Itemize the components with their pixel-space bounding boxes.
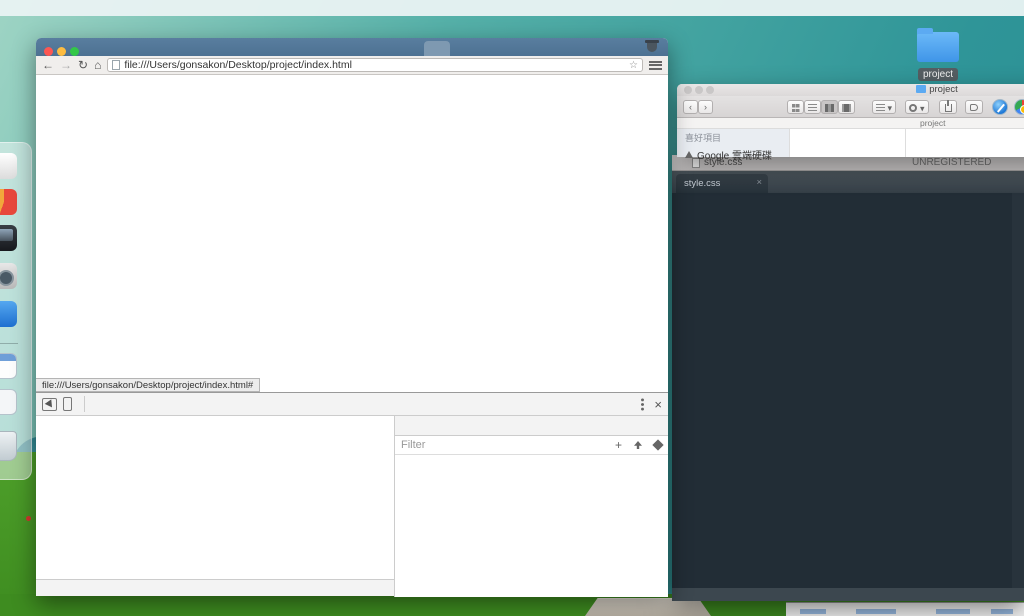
desktop-folder-label: project (918, 68, 959, 81)
inspect-element-icon[interactable] (42, 397, 57, 411)
zoom-window-button[interactable] (70, 47, 79, 56)
view-icon-button[interactable] (787, 100, 804, 114)
folder-icon (916, 85, 927, 93)
page-banner-pink (222, 155, 640, 181)
finder-window: project ‹ › ▾ ▾ project 喜好項目 Google 雲端硬碟 (677, 84, 1024, 162)
dock-display-icon[interactable] (0, 225, 17, 251)
devtools-close-icon[interactable]: × (654, 398, 662, 411)
chrome-icon[interactable] (1014, 99, 1024, 115)
trash-icon[interactable] (0, 431, 17, 461)
home-button[interactable]: ⌂ (94, 59, 101, 71)
new-tab-button[interactable] (424, 41, 450, 56)
folder-icon (917, 28, 959, 62)
background-text-fragment (936, 609, 970, 614)
safari-icon[interactable] (992, 99, 1008, 115)
finder-titlebar[interactable]: project (677, 84, 1024, 96)
elements-dom-tree[interactable] (36, 416, 394, 577)
share-button[interactable] (939, 100, 957, 114)
close-window-button[interactable] (44, 47, 53, 56)
dock-window-thumbnail-1[interactable] (0, 353, 17, 379)
view-columns-button[interactable] (821, 100, 838, 114)
tag-button[interactable] (965, 100, 983, 114)
finder-column-1 (789, 129, 905, 157)
bookmark-star-icon[interactable]: ☆ (629, 60, 638, 71)
finder-toolbar: ‹ › ▾ ▾ (677, 96, 1024, 118)
sublime-tab-label: style.css (684, 178, 721, 189)
finder-column-2 (905, 129, 1024, 157)
page-viewport: Lorem ipsum dolor sit amet, consectetur … (36, 75, 668, 392)
dock-app-icon-2[interactable] (0, 189, 17, 215)
code-editor-area[interactable] (672, 193, 1012, 588)
drive-icon (685, 151, 693, 158)
forward-button[interactable]: › (698, 100, 713, 114)
styles-filter-row: Filter + (395, 436, 668, 455)
background-text-fragment (856, 609, 896, 614)
minimap[interactable] (1012, 193, 1024, 588)
page-footer-gray (68, 285, 640, 332)
tab-strip (36, 38, 668, 56)
new-style-rule-icon[interactable]: + (615, 438, 622, 452)
devtools-toolbar: × (36, 393, 668, 416)
page-article-black: Lorem ipsum dolor sit amet, consectetur … (76, 162, 175, 308)
back-button[interactable]: ‹ (683, 100, 698, 114)
minimize-window-button[interactable] (57, 47, 66, 56)
incognito-icon (644, 40, 660, 54)
back-button[interactable]: ← (42, 59, 54, 71)
background-window-edge (786, 602, 1024, 616)
divider (84, 396, 85, 412)
page-header-red (68, 76, 640, 101)
dom-breadcrumb (36, 579, 394, 596)
finder-browser: 喜好項目 Google 雲端硬碟 (677, 129, 1024, 162)
tab-close-icon[interactable]: × (756, 177, 762, 188)
arrange-button[interactable]: ▾ (872, 100, 896, 114)
page-topmenu (68, 113, 640, 141)
forward-button[interactable]: → (60, 59, 72, 71)
devtools-menu-icon[interactable] (641, 397, 645, 411)
dock-camera-icon[interactable] (0, 263, 17, 289)
finder-sidebar: 喜好項目 Google 雲端硬碟 (677, 129, 789, 162)
devtools-panel: × Filter + (36, 392, 668, 597)
dock (0, 142, 32, 480)
pin-icon[interactable] (634, 441, 642, 449)
address-bar[interactable]: file:///Users/gonsakon/Desktop/project/i… (107, 58, 643, 72)
dock-app-icon-blue[interactable] (0, 301, 17, 327)
view-list-button[interactable] (804, 100, 821, 114)
url-text[interactable]: file:///Users/gonsakon/Desktop/project/i… (124, 59, 352, 71)
menu-bar (0, 0, 1024, 16)
action-gear-button[interactable]: ▾ (905, 100, 929, 114)
dock-app-icon-1[interactable] (0, 153, 17, 179)
sublime-license-label: UNREGISTERED (912, 157, 992, 168)
dock-window-thumbnail-2[interactable] (0, 389, 17, 415)
view-coverflow-button[interactable] (838, 100, 855, 114)
status-bubble: file:///Users/gonsakon/Desktop/project/i… (36, 378, 261, 392)
finder-path-label: project (920, 118, 946, 128)
sidebar-item-google-drive[interactable]: Google 雲端硬碟 (685, 147, 789, 162)
dock-divider (0, 343, 18, 344)
sublime-window: style.css UNREGISTERED style.css × (672, 155, 1024, 601)
wallpaper-flower (26, 516, 31, 521)
chrome-window: ← → ↻ ⌂ file:///Users/gonsakon/Desktop/p… (36, 38, 668, 597)
browser-toolbar: ← → ↻ ⌂ file:///Users/gonsakon/Desktop/p… (36, 56, 668, 75)
reload-button[interactable]: ↻ (78, 59, 88, 71)
finder-window-title: project (929, 84, 958, 95)
element-state-icon[interactable] (652, 439, 664, 451)
page-icon (112, 60, 121, 70)
desktop-folder-project[interactable]: project (912, 28, 964, 81)
sublime-statusbar (672, 588, 1024, 601)
chrome-menu-icon[interactable] (649, 60, 662, 70)
device-mode-icon[interactable] (63, 397, 72, 411)
background-text-fragment (991, 609, 1013, 614)
filter-input[interactable]: Filter (401, 439, 425, 451)
sublime-tabbar: style.css × (672, 171, 1024, 193)
finder-path-row: project (677, 118, 1024, 129)
styles-pane: Filter + (394, 416, 668, 597)
sidebar-section-favorites: 喜好項目 (685, 133, 722, 143)
background-text-fragment (800, 609, 826, 614)
sublime-tab-style-css[interactable]: style.css × (676, 174, 768, 193)
desktop: { "menubar": {"items": ["Chrome","檔案","編… (0, 0, 1024, 616)
